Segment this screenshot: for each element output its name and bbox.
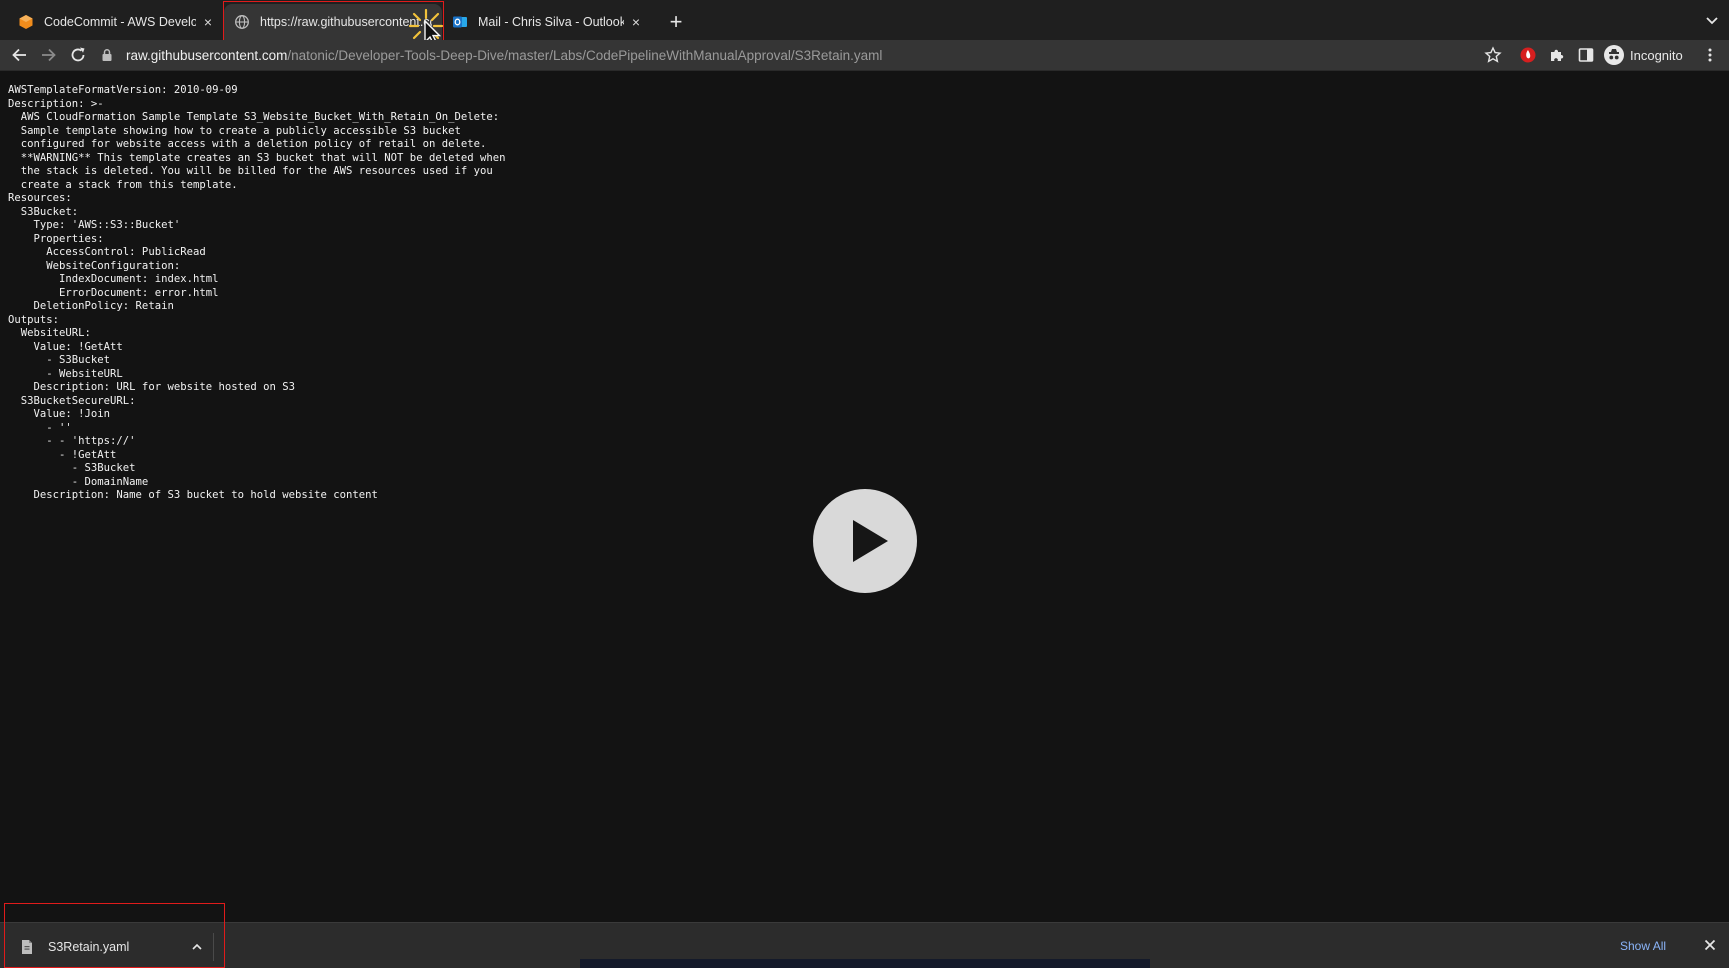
play-icon: [853, 520, 888, 562]
forward-arrow-icon[interactable]: [38, 45, 58, 65]
tab-outlook[interactable]: Mail - Chris Silva - Outlook ×: [442, 4, 650, 40]
tab-codecommit[interactable]: CodeCommit - AWS Developer ×: [8, 4, 222, 40]
close-icon[interactable]: ×: [632, 14, 640, 30]
address-bar[interactable]: raw.githubusercontent.com/natonic/Develo…: [100, 43, 1490, 67]
yaml-file-content: AWSTemplateFormatVersion: 2010-09-09 Des…: [8, 84, 506, 501]
red-extension-icon[interactable]: [1519, 46, 1537, 64]
page-content: AWSTemplateFormatVersion: 2010-09-09 Des…: [0, 71, 1729, 921]
side-panel-icon[interactable]: [1577, 46, 1595, 64]
lock-icon[interactable]: [100, 48, 114, 62]
star-icon[interactable]: [1484, 46, 1502, 64]
puzzle-icon[interactable]: [1548, 46, 1566, 64]
reload-icon[interactable]: [68, 45, 88, 65]
download-filename: S3Retain.yaml: [48, 940, 130, 954]
globe-icon: [235, 15, 249, 29]
back-arrow-icon[interactable]: [10, 45, 30, 65]
tab-strip: CodeCommit - AWS Developer × https://raw…: [0, 0, 1729, 48]
incognito-label: Incognito: [1630, 47, 1683, 63]
chevron-down-icon[interactable]: [1701, 10, 1723, 32]
navigation-toolbar: raw.githubusercontent.com/natonic/Develo…: [0, 40, 1729, 71]
tab-title: Mail - Chris Silva - Outlook: [478, 15, 624, 29]
chevron-up-icon[interactable]: [190, 940, 204, 954]
video-progress-strip: [580, 959, 1150, 968]
download-item[interactable]: S3Retain.yaml: [10, 931, 210, 963]
show-all-downloads-link[interactable]: Show All: [1620, 939, 1666, 953]
url-path: /natonic/Developer-Tools-Deep-Dive/maste…: [287, 47, 883, 63]
incognito-icon: [1604, 45, 1624, 65]
kebab-menu-icon[interactable]: [1701, 46, 1719, 64]
file-icon: [22, 940, 32, 954]
video-play-button[interactable]: [813, 489, 917, 593]
outlook-icon: [453, 16, 467, 28]
browser-window: CodeCommit - AWS Developer × https://raw…: [0, 0, 1729, 968]
url-host: raw.githubusercontent.com: [126, 47, 288, 63]
aws-icon: [19, 15, 33, 29]
new-tab-button[interactable]: +: [664, 8, 688, 36]
close-icon[interactable]: ×: [204, 14, 212, 30]
shelf-divider: [213, 933, 214, 961]
tab-title: CodeCommit - AWS Developer: [44, 15, 196, 29]
incognito-profile-button[interactable]: Incognito: [1604, 44, 1683, 66]
close-icon[interactable]: [1702, 937, 1718, 953]
